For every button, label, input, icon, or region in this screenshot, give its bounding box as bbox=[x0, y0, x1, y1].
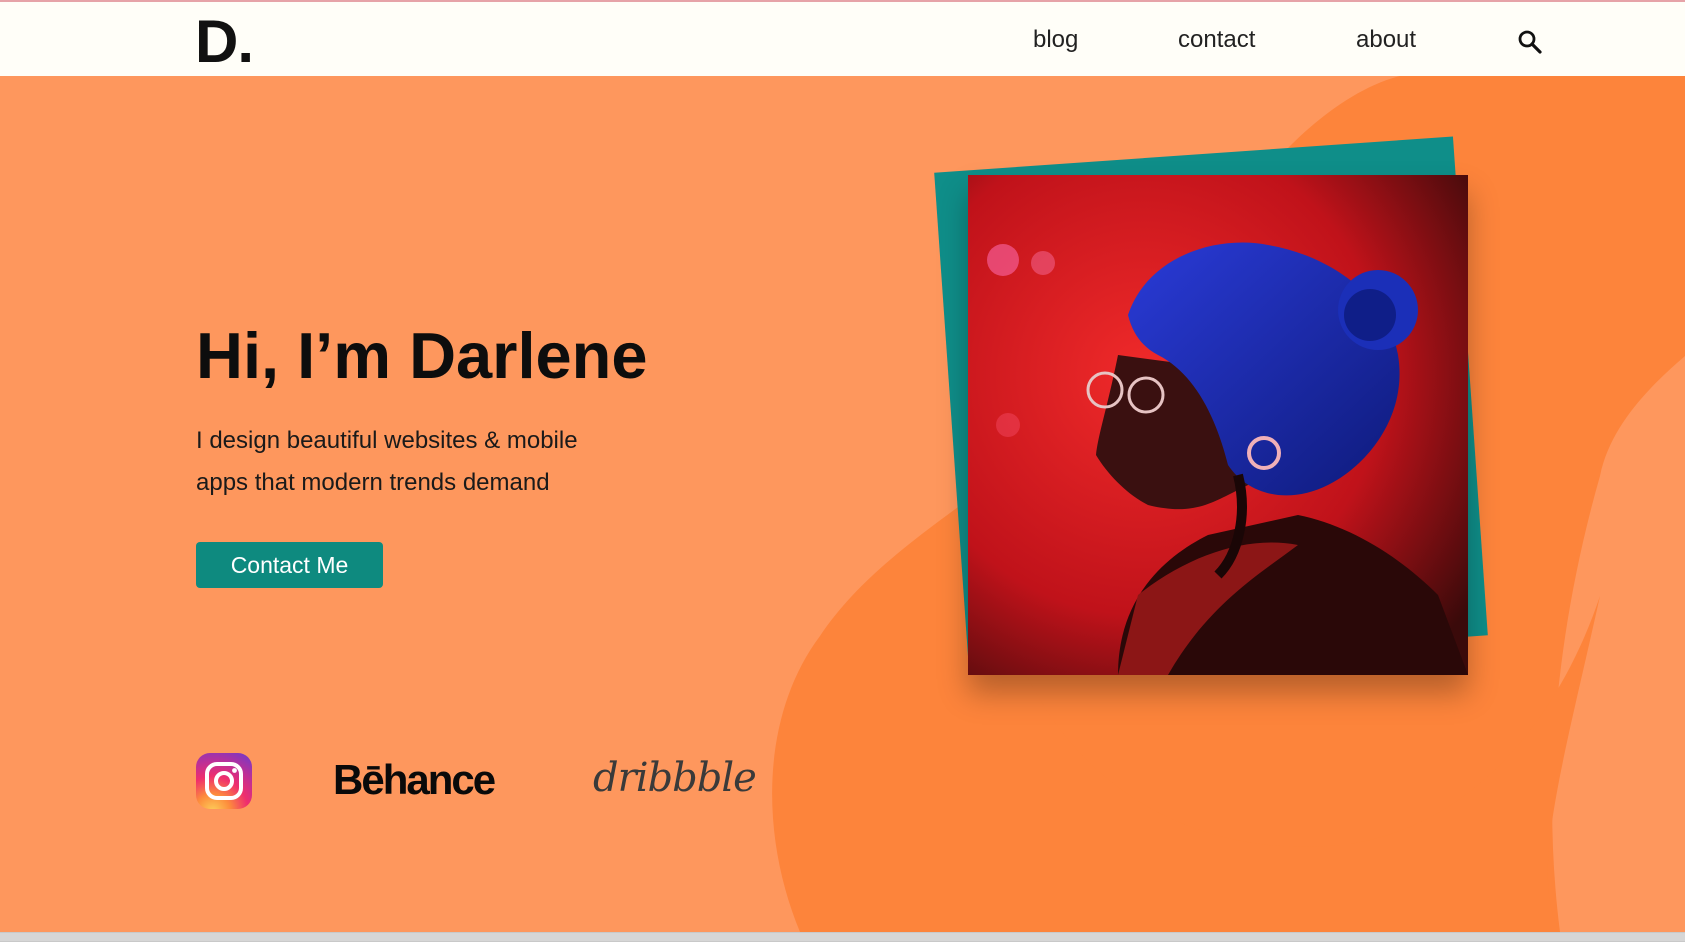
hero-tagline: I design beautiful websites & mobile app… bbox=[196, 420, 616, 504]
hero-section: Hi, I’m Darlene I design beautiful websi… bbox=[0, 76, 1685, 932]
behance-link[interactable]: Bēhance bbox=[333, 756, 496, 804]
scrollbar-thumb[interactable] bbox=[0, 933, 1685, 941]
nav-link-about[interactable]: about bbox=[1356, 26, 1416, 54]
navbar: D. blog contact about bbox=[0, 2, 1685, 76]
portrait-photo bbox=[968, 175, 1468, 675]
tagline-line-1: I design beautiful websites & mobile bbox=[196, 427, 578, 454]
search-icon[interactable] bbox=[1516, 28, 1544, 56]
hero-heading: Hi, I’m Darlene bbox=[196, 319, 648, 392]
contact-me-button[interactable]: Contact Me bbox=[196, 542, 383, 588]
horizontal-scrollbar[interactable] bbox=[0, 932, 1685, 942]
dribbble-link[interactable]: dribbble bbox=[593, 754, 757, 802]
tagline-line-2: apps that modern trends demand bbox=[196, 469, 550, 496]
nav-link-blog[interactable]: blog bbox=[1033, 26, 1078, 54]
nav-link-contact[interactable]: contact bbox=[1178, 26, 1255, 54]
instagram-icon[interactable] bbox=[196, 753, 252, 809]
site-logo[interactable]: D. bbox=[195, 10, 254, 74]
